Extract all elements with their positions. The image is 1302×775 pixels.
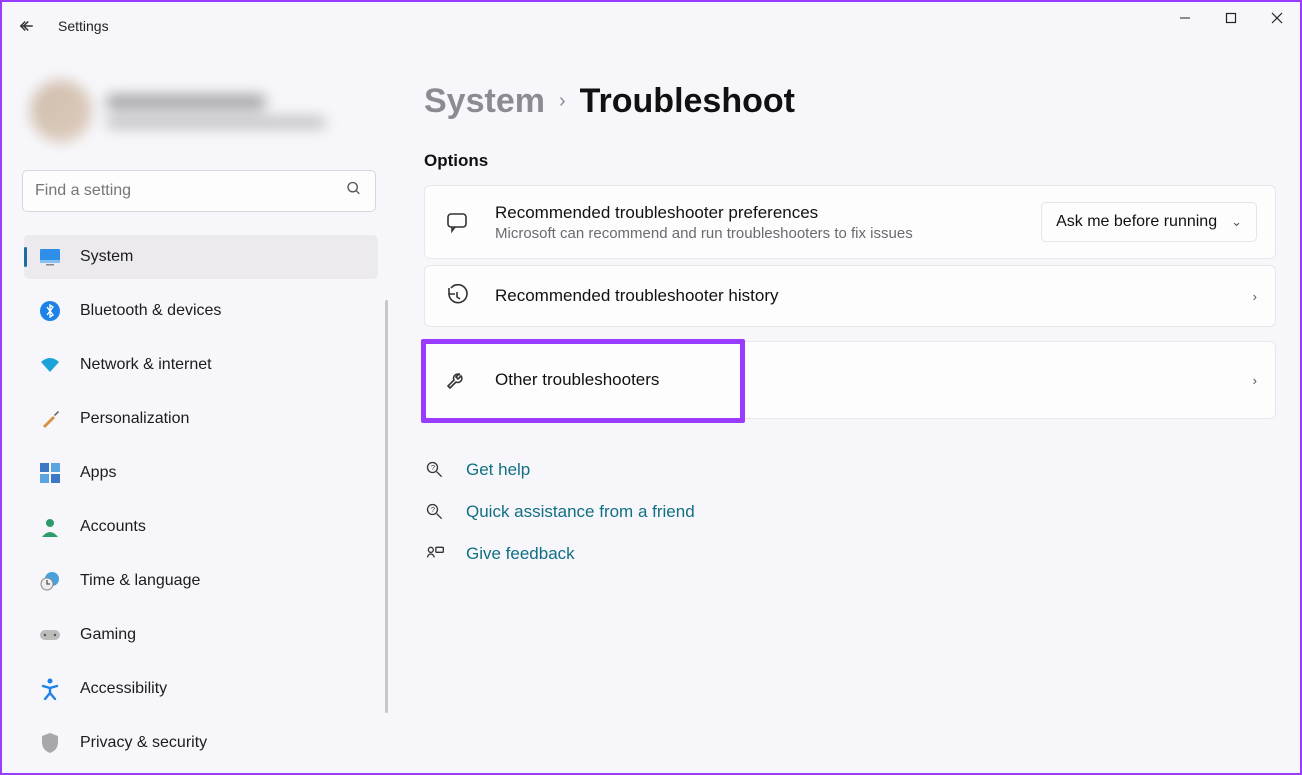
sidebar-item-accounts[interactable]: Accounts	[24, 505, 378, 549]
help-icon: ?	[424, 501, 446, 523]
preferences-dropdown[interactable]: Ask me before running ⌄	[1041, 202, 1257, 242]
accessibility-icon	[38, 677, 62, 701]
sidebar-item-label: Personalization	[80, 410, 189, 428]
dropdown-value: Ask me before running	[1056, 213, 1217, 231]
card-title: Recommended troubleshooter history	[495, 286, 1253, 306]
link-text[interactable]: Quick assistance from a friend	[466, 502, 695, 522]
help-link-quickassist[interactable]: ? Quick assistance from a friend	[424, 501, 1276, 523]
page-title: Troubleshoot	[580, 82, 795, 121]
card-troubleshooter-preferences: Recommended troubleshooter preferences M…	[424, 185, 1276, 259]
apps-icon	[38, 461, 62, 485]
gamepad-icon	[38, 623, 62, 647]
titlebar: Settings	[2, 2, 1300, 50]
search-wrap	[22, 170, 376, 212]
close-icon	[1271, 12, 1283, 24]
sidebar-item-personalization[interactable]: Personalization	[24, 397, 378, 441]
sidebar-item-network[interactable]: Network & internet	[24, 343, 378, 387]
help-link-gethelp[interactable]: ? Get help	[424, 459, 1276, 481]
minimize-icon	[1179, 12, 1191, 24]
sidebar-item-accessibility[interactable]: Accessibility	[24, 667, 378, 711]
window-title: Settings	[58, 18, 109, 34]
breadcrumb: System › Troubleshoot	[424, 82, 1276, 121]
profile-text	[106, 80, 326, 142]
window-controls	[1162, 2, 1300, 34]
sidebar-item-apps[interactable]: Apps	[24, 451, 378, 495]
maximize-icon	[1225, 12, 1237, 24]
help-link-feedback[interactable]: Give feedback	[424, 543, 1276, 565]
content: System › Troubleshoot Options Recommende…	[392, 50, 1300, 773]
sidebar-item-label: Gaming	[80, 626, 136, 644]
link-text[interactable]: Give feedback	[466, 544, 575, 564]
close-button[interactable]	[1254, 2, 1300, 34]
sidebar-item-system[interactable]: System	[24, 235, 378, 279]
card-title: Other troubleshooters	[495, 370, 1253, 390]
chevron-down-icon: ⌄	[1231, 214, 1242, 230]
maximize-button[interactable]	[1208, 2, 1254, 34]
sidebar-item-time-language[interactable]: Time & language	[24, 559, 378, 603]
sidebar-item-gaming[interactable]: Gaming	[24, 613, 378, 657]
arrow-left-icon	[17, 17, 35, 35]
profile-section[interactable]	[20, 50, 382, 162]
chat-icon	[443, 208, 471, 236]
paintbrush-icon	[38, 407, 62, 431]
card-troubleshooter-history[interactable]: Recommended troubleshooter history ›	[424, 265, 1276, 327]
back-button[interactable]	[2, 2, 50, 50]
card-other-troubleshooters[interactable]: Other troubleshooters ›	[424, 341, 1276, 419]
chevron-right-icon: ›	[559, 90, 566, 113]
search-input[interactable]	[22, 170, 376, 212]
breadcrumb-parent[interactable]: System	[424, 82, 545, 121]
card-subtitle: Microsoft can recommend and run troubles…	[495, 225, 1041, 242]
shield-icon	[38, 731, 62, 755]
chevron-right-icon: ›	[1253, 373, 1257, 388]
sidebar-item-bluetooth[interactable]: Bluetooth & devices	[24, 289, 378, 333]
wrench-icon	[443, 366, 471, 394]
feedback-icon	[424, 543, 446, 565]
sidebar-item-label: System	[80, 248, 133, 266]
sidebar-scrollbar[interactable]	[385, 300, 388, 713]
sidebar: System Bluetooth & devices Network & int…	[2, 50, 392, 773]
section-title: Options	[424, 151, 1276, 171]
card-title: Recommended troubleshooter preferences	[495, 203, 1041, 223]
link-text[interactable]: Get help	[466, 460, 530, 480]
bluetooth-icon	[38, 299, 62, 323]
svg-text:?: ?	[431, 505, 435, 514]
person-icon	[38, 515, 62, 539]
wifi-icon	[38, 353, 62, 377]
help-icon: ?	[424, 459, 446, 481]
sidebar-item-label: Network & internet	[80, 356, 212, 374]
chevron-right-icon: ›	[1253, 289, 1257, 304]
nav: System Bluetooth & devices Network & int…	[20, 230, 382, 770]
clock-globe-icon	[38, 569, 62, 593]
minimize-button[interactable]	[1162, 2, 1208, 34]
sidebar-item-label: Accessibility	[80, 680, 167, 698]
avatar	[30, 80, 92, 142]
sidebar-item-privacy[interactable]: Privacy & security	[24, 721, 378, 765]
sidebar-item-label: Time & language	[80, 572, 200, 590]
help-links: ? Get help ? Quick assistance from a fri…	[424, 459, 1276, 565]
sidebar-item-label: Apps	[80, 464, 116, 482]
history-icon	[443, 282, 471, 310]
sidebar-item-label: Accounts	[80, 518, 146, 536]
search-icon	[346, 181, 362, 202]
sidebar-item-label: Bluetooth & devices	[80, 302, 221, 320]
display-icon	[38, 245, 62, 269]
svg-text:?: ?	[431, 463, 435, 472]
sidebar-item-label: Privacy & security	[80, 734, 207, 752]
